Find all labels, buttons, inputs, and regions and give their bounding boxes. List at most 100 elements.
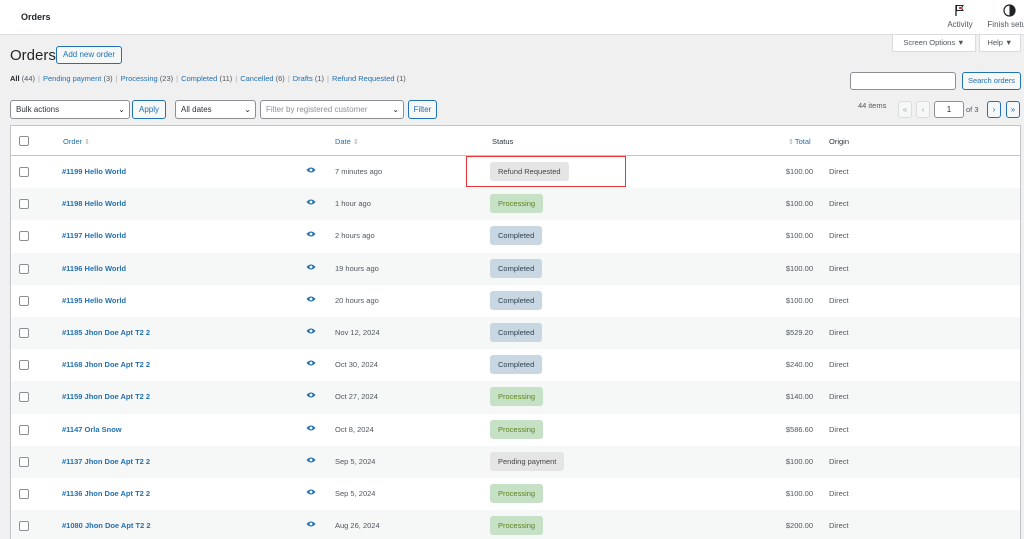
eye-icon[interactable] [306,520,316,530]
next-page-button[interactable]: › [987,101,1001,118]
order-origin: Direct [829,521,849,531]
prev-page-button[interactable]: ‹ [916,101,930,118]
eye-icon[interactable] [306,263,316,273]
status-filter-links: All (44) | Pending payment (3) | Processing … [10,74,406,83]
order-link[interactable]: #1136 Jhon Doe Apt T2 2 [62,489,150,498]
order-link[interactable]: #1168 Jhon Doe Apt T2 2 [62,360,150,369]
row-checkbox[interactable] [19,199,29,210]
bulk-actions-select[interactable]: Bulk actions ⌄ [10,100,130,119]
order-link[interactable]: #1159 Jhon Doe Apt T2 2 [62,392,150,401]
table-row[interactable]: #1147 Orla Snow Oct 8, 2024 Processing $586… [11,414,1020,446]
finish-setup-button[interactable]: Finish setup [984,4,1024,29]
filter-cancelled[interactable]: Cancelled (6) [240,74,285,83]
order-link[interactable]: #1185 Jhon Doe Apt T2 2 [62,328,150,337]
row-checkbox[interactable] [19,231,29,242]
order-link[interactable]: #1197 Hello World [62,231,126,240]
status-badge: Completed [490,355,543,375]
row-checkbox[interactable] [19,456,29,467]
row-checkbox[interactable] [19,295,29,306]
eye-icon[interactable] [306,327,316,337]
order-link[interactable]: #1199 Hello World [62,167,126,176]
activity-button[interactable]: Activity [940,4,980,29]
apply-button[interactable]: Apply [132,100,166,119]
table-row[interactable]: #1136 Jhon Doe Apt T2 2 Sep 5, 2024 Proces… [11,478,1020,510]
filter-refund-requested[interactable]: Refund Requested (1) [332,74,406,83]
eye-icon[interactable] [306,391,316,401]
table-row[interactable]: #1185 Jhon Doe Apt T2 2 Nov 12, 2024 Compl… [11,317,1020,350]
eye-icon[interactable] [306,488,316,498]
first-page-button[interactable]: « [898,101,912,118]
order-origin: Direct [829,360,849,370]
add-new-order-button[interactable]: Add new order [56,46,123,64]
order-link[interactable]: #1198 Hello World [62,199,126,208]
status-badge: Refund Requested [490,162,569,181]
bulk-actions-value: Bulk actions [16,105,60,114]
eye-icon[interactable] [306,456,316,466]
help-tab[interactable]: Help ▼ [979,35,1021,52]
row-checkbox[interactable] [19,489,29,499]
date-column-header[interactable]: Date ⇕ [335,137,359,146]
table-row[interactable]: #1080 Jhon Doe Apt T2 2 Aug 26, 2024 Proce… [11,510,1020,539]
screen-options-tab[interactable]: Screen Options ▼ [892,35,976,52]
select-all-checkbox[interactable] [19,136,29,146]
status-badge: Processing [490,484,544,503]
finish-setup-label: Finish setup [987,20,1024,29]
filter-all[interactable]: All (44) [10,74,35,83]
row-checkbox[interactable] [19,424,29,435]
filter-completed[interactable]: Completed (11) [181,74,232,83]
table-row[interactable]: #1195 Hello World 20 hours ago Completed $1… [11,285,1020,317]
eye-icon[interactable] [306,198,316,208]
date-filter-select[interactable]: All dates ⌄ [175,100,256,119]
table-row[interactable]: #1197 Hello World 2 hours ago Completed $10… [11,220,1020,252]
order-origin: Direct [829,263,849,273]
order-date: 20 hours ago [335,295,379,305]
status-badge: Completed [490,226,543,246]
chevron-down-icon: ⌄ [392,105,399,114]
filter-button[interactable]: Filter [408,100,437,119]
order-link[interactable]: #1195 Hello World [62,296,126,305]
table-row[interactable]: #1168 Jhon Doe Apt T2 2 Oct 30, 2024 Compl… [11,349,1020,381]
order-total: $100.00 [785,456,813,466]
order-date: Oct 27, 2024 [335,392,378,402]
order-link[interactable]: #1137 Jhon Doe Apt T2 2 [62,457,150,466]
eye-icon[interactable] [306,230,316,240]
filter-pending-payment[interactable]: Pending payment (3) [43,74,113,83]
filter-processing[interactable]: Processing (23) [121,74,174,83]
order-link[interactable]: #1080 Jhon Doe Apt T2 2 [62,521,151,530]
row-checkbox[interactable] [19,328,29,338]
table-header: Order ⇕ Date ⇕ Status ⇕Total Origin [11,126,1020,156]
total-column-header[interactable]: ⇕Total [788,137,811,146]
filter-drafts[interactable]: Drafts (1) [293,74,324,83]
order-link[interactable]: #1196 Hello World [62,264,126,273]
row-checkbox[interactable] [19,167,29,177]
table-row[interactable]: #1159 Jhon Doe Apt T2 2 Oct 27, 2024 Proce… [11,381,1020,414]
row-checkbox[interactable] [19,521,29,532]
items-count: 44 items [858,101,887,110]
table-row[interactable]: #1198 Hello World 1 hour ago Processing $10… [11,188,1020,221]
eye-icon[interactable] [306,359,316,369]
flag-icon [940,4,980,18]
row-checkbox[interactable] [19,392,29,403]
eye-icon[interactable] [306,295,316,305]
table-row[interactable]: #1137 Jhon Doe Apt T2 2 Sep 5, 2024 Pendin… [11,445,1020,478]
order-total: $100.00 [785,295,813,305]
order-link[interactable]: #1147 Orla Snow [62,425,122,434]
order-total: $140.00 [785,392,813,402]
customer-filter-placeholder: Filter by registered customer [266,105,368,114]
search-orders-button[interactable]: Search orders [962,72,1021,90]
eye-icon[interactable] [306,424,316,434]
row-checkbox[interactable] [19,360,29,371]
customer-filter-select[interactable]: Filter by registered customer ⌄ [260,100,404,119]
table-row[interactable]: #1199 Hello World 7 minutes ago Refund Req… [11,156,1020,188]
date-filter-value: All dates [181,105,212,114]
eye-icon[interactable] [306,166,316,176]
half-circle-icon [984,4,1024,18]
order-total: $100.00 [785,489,813,498]
current-page-input[interactable]: 1 [934,101,964,118]
last-page-button[interactable]: » [1006,101,1020,118]
search-input[interactable] [850,72,956,90]
table-row[interactable]: #1196 Hello World 19 hours ago Completed $1… [11,252,1020,285]
order-column-header[interactable]: Order ⇕ [63,137,90,146]
row-checkbox[interactable] [19,263,29,274]
status-badge: Processing [490,387,544,407]
